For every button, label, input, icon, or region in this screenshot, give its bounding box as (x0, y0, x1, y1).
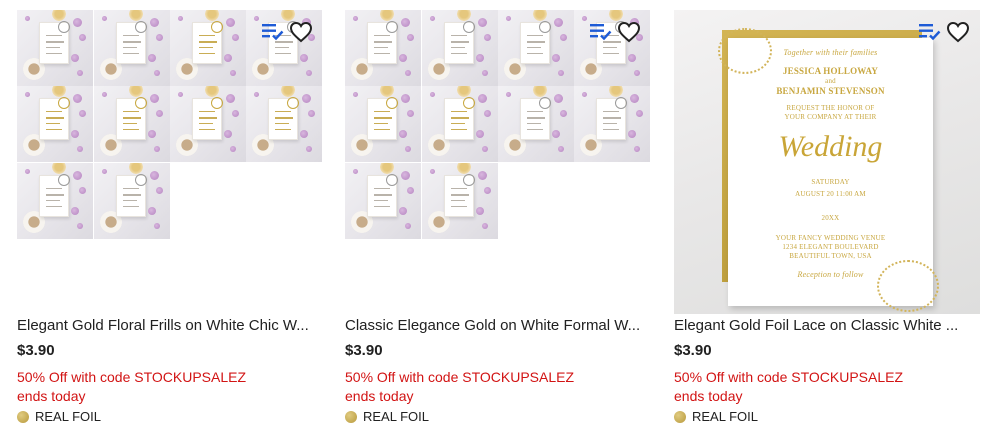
thumbnail[interactable] (345, 86, 421, 162)
badge-label: REAL FOIL (692, 409, 758, 424)
product-image[interactable]: Together with their families JESSICA HOL… (674, 10, 980, 314)
real-foil-badge: REAL FOIL (345, 409, 429, 424)
thumbnail[interactable] (170, 10, 246, 86)
badge-label: REAL FOIL (363, 409, 429, 424)
thumbnail[interactable] (422, 86, 498, 162)
thumbnail-grid (17, 10, 323, 314)
thumbnail[interactable] (94, 86, 170, 162)
thumbnail-grid (345, 10, 651, 314)
thumbnail[interactable] (94, 163, 170, 239)
foil-dot-icon (674, 410, 686, 423)
add-to-list-icon[interactable] (261, 20, 285, 44)
product-price: $3.90 (17, 342, 55, 359)
invite-intro: Together with their families (783, 48, 878, 57)
heart-icon[interactable] (617, 20, 641, 44)
real-foil-badge: REAL FOIL (17, 409, 101, 424)
thumbnail[interactable] (498, 10, 574, 86)
invite-name-1: JESSICA HOLLOWAY (782, 66, 879, 76)
promo-expiry: ends today (345, 388, 414, 404)
product-title[interactable]: Elegant Gold Floral Frills on White Chic… (17, 317, 323, 335)
heart-icon[interactable] (946, 20, 970, 44)
product-price: $3.90 (674, 342, 712, 359)
thumbnail[interactable] (422, 163, 498, 239)
product-card[interactable]: Classic Elegance Gold on White Formal W.… (345, 10, 651, 435)
product-card[interactable]: Together with their families JESSICA HOL… (674, 10, 980, 435)
lace-flourish-icon (877, 260, 939, 312)
product-thumbnails[interactable] (345, 10, 651, 314)
thumbnail[interactable] (246, 86, 322, 162)
card-actions (261, 20, 313, 44)
add-to-list-icon[interactable] (918, 20, 942, 44)
promo-text: 50% Off with code STOCKUPSALEZ (345, 369, 575, 385)
real-foil-badge: REAL FOIL (674, 409, 758, 424)
invitation-photo: Together with their families JESSICA HOL… (674, 10, 980, 314)
invite-venue-2: 1234 ELEGANT BOULEVARD (782, 243, 879, 251)
thumbnail[interactable] (170, 86, 246, 162)
invite-and: and (825, 77, 836, 85)
thumbnail[interactable] (345, 10, 421, 86)
invite-request-2: YOUR COMPANY AT THEIR (784, 113, 877, 121)
thumbnail[interactable] (345, 163, 421, 239)
invite-script-title: Wedding (778, 130, 883, 163)
thumbnail[interactable] (17, 163, 93, 239)
thumbnail[interactable] (422, 10, 498, 86)
foil-dot-icon (345, 410, 357, 423)
product-price: $3.90 (345, 342, 383, 359)
badge-label: REAL FOIL (35, 409, 101, 424)
invitation-card: Together with their families JESSICA HOL… (718, 28, 939, 312)
product-card[interactable]: Elegant Gold Floral Frills on White Chic… (17, 10, 323, 435)
card-actions (589, 20, 641, 44)
card-actions (918, 20, 970, 44)
invite-venue-1: YOUR FANCY WEDDING VENUE (775, 234, 886, 242)
product-grid: Elegant Gold Floral Frills on White Chic… (0, 0, 998, 440)
promo-text: 50% Off with code STOCKUPSALEZ (17, 369, 247, 385)
invite-year: 20XX (821, 214, 840, 222)
promo-expiry: ends today (674, 388, 743, 404)
promo-text: 50% Off with code STOCKUPSALEZ (674, 369, 904, 385)
invite-weekday: SATURDAY (811, 178, 850, 186)
thumbnail[interactable] (17, 10, 93, 86)
heart-icon[interactable] (289, 20, 313, 44)
product-title[interactable]: Classic Elegance Gold on White Formal W.… (345, 317, 651, 335)
invite-venue-3: BEAUTIFUL TOWN, USA (789, 252, 872, 260)
thumbnail[interactable] (498, 86, 574, 162)
foil-dot-icon (17, 410, 29, 423)
invite-request-1: REQUEST THE HONOR OF (786, 104, 875, 112)
invite-date-line: AUGUST 20 11:00 AM (795, 190, 866, 198)
product-thumbnails[interactable] (17, 10, 323, 314)
thumbnail[interactable] (94, 10, 170, 86)
invite-reception: Reception to follow (797, 270, 864, 279)
add-to-list-icon[interactable] (589, 20, 613, 44)
promo-expiry: ends today (17, 388, 86, 404)
product-title[interactable]: Elegant Gold Foil Lace on Classic White … (674, 317, 980, 335)
invite-name-2: BENJAMIN STEVENSON (776, 86, 885, 96)
thumbnail[interactable] (574, 86, 650, 162)
thumbnail[interactable] (17, 86, 93, 162)
